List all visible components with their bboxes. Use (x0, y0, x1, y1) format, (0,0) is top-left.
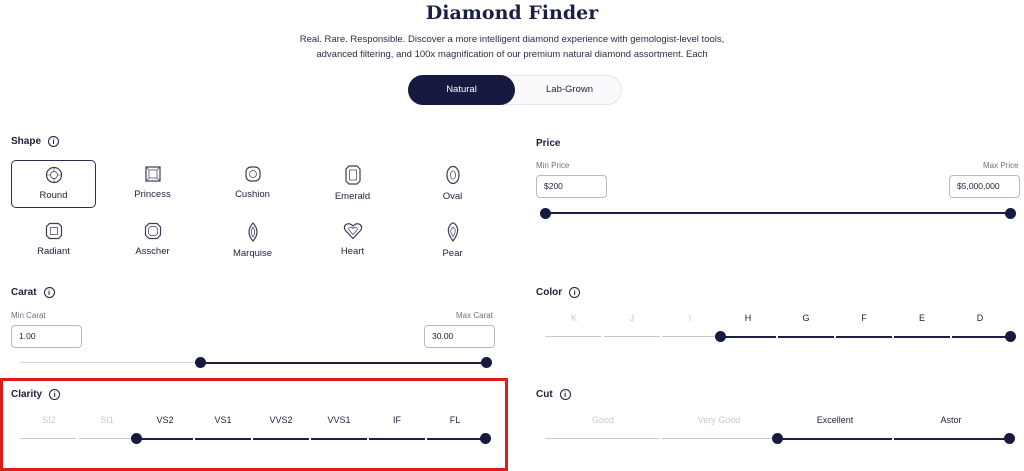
price-min-handle[interactable] (540, 208, 551, 219)
heart-shape-icon (343, 223, 362, 240)
color-segment (778, 336, 834, 338)
clarity-highlight-box (0, 378, 508, 471)
shape-radiant[interactable]: Radiant (11, 217, 96, 265)
cut-min-handle[interactable] (772, 433, 783, 444)
color-title: Color (536, 287, 563, 298)
min-carat-label: Min Carat (11, 311, 46, 320)
cut-segment (894, 438, 1008, 440)
color-grade-g[interactable]: G (777, 313, 835, 323)
color-grade-k[interactable]: K (545, 313, 603, 323)
color-segment (894, 336, 950, 338)
shape-label: Heart (340, 246, 365, 257)
shape-label: Princess (134, 189, 171, 200)
max-carat-input[interactable]: 30.00 (424, 325, 495, 348)
cut-grade-good[interactable]: Good (545, 415, 661, 425)
carat-max-handle[interactable] (481, 357, 492, 368)
shape-princess[interactable]: Princess (110, 160, 195, 208)
shape-label: Pear (442, 248, 463, 259)
shape-cushion[interactable]: Cushion (210, 160, 295, 208)
princess-shape-icon (144, 166, 161, 182)
max-price-input[interactable]: $5,000,000 (949, 175, 1020, 198)
toggle-lab-grown[interactable]: Lab-Grown (516, 75, 623, 105)
round-shape-icon (45, 166, 62, 184)
color-segment (604, 336, 660, 337)
shape-section-title: Shape i (11, 136, 60, 147)
shape-label: Round (39, 190, 68, 201)
min-price-input[interactable]: $200 (536, 175, 607, 198)
cut-segment (545, 438, 659, 439)
shape-oval[interactable]: Oval (410, 160, 495, 208)
shape-heart[interactable]: Heart (310, 217, 395, 265)
subtitle-line-2: advanced filtering, and 100x magnificati… (316, 49, 708, 60)
shape-label: Radiant (37, 246, 70, 257)
color-grade-e[interactable]: E (893, 313, 951, 323)
color-segment (720, 336, 776, 338)
color-grade-f[interactable]: F (835, 313, 893, 323)
color-max-handle[interactable] (1005, 331, 1016, 342)
carat-section-title: Carat i (11, 287, 55, 298)
carat-info-icon[interactable]: i (43, 287, 55, 298)
radiant-shape-icon (45, 222, 62, 240)
cut-grade-very-good[interactable]: Very Good (661, 415, 777, 425)
shape-label: Oval (442, 191, 463, 202)
pear-shape-icon (447, 222, 458, 242)
cut-title: Cut (536, 389, 553, 400)
carat-slider-track-active (200, 362, 486, 364)
shape-title: Shape (11, 136, 42, 147)
shape-marquise[interactable]: Marquise (210, 217, 295, 265)
shape-pear[interactable]: Pear (410, 217, 495, 265)
shape-round[interactable]: Round (11, 160, 96, 208)
cut-section-title: Cut i (536, 389, 571, 400)
subtitle-line-1: Real. Rare. Responsible. Discover a more… (299, 34, 725, 45)
oval-shape-icon (445, 165, 460, 185)
color-grade-h[interactable]: H (719, 313, 777, 323)
cut-segment (662, 438, 776, 439)
min-price-label: Min Price (536, 161, 570, 170)
emerald-shape-icon (344, 165, 361, 185)
price-max-handle[interactable] (1005, 208, 1016, 219)
color-segment (662, 336, 718, 337)
color-segment (836, 336, 892, 338)
shape-label: Asscher (135, 246, 170, 257)
toggle-natural[interactable]: Natural (408, 75, 515, 105)
diamond-type-toggle: Natural Lab-Grown (408, 75, 622, 105)
carat-title: Carat (11, 287, 37, 298)
cut-info-icon[interactable]: i (559, 389, 571, 400)
cut-max-handle[interactable] (1004, 433, 1015, 444)
shape-info-icon[interactable]: i (48, 136, 60, 147)
color-segment (545, 336, 601, 337)
cut-segment (778, 438, 892, 440)
asscher-shape-icon (144, 222, 161, 240)
carat-slider-track-inactive (20, 362, 200, 363)
page-title: Diamond Finder (425, 2, 599, 24)
max-carat-label: Max Carat (456, 311, 493, 320)
price-title: Price (536, 138, 561, 149)
color-info-icon[interactable]: i (569, 287, 581, 298)
color-segment (952, 336, 1008, 338)
page-subtitle: Real. Rare. Responsible. Discover a more… (262, 32, 762, 62)
shape-label: Emerald (334, 191, 371, 202)
color-grade-j[interactable]: J (603, 313, 661, 323)
max-price-label: Max Price (983, 161, 1019, 170)
price-slider-track (545, 212, 1011, 214)
cut-grade-astor[interactable]: Astor (893, 415, 1009, 425)
color-min-handle[interactable] (715, 331, 726, 342)
shape-emerald[interactable]: Emerald (310, 160, 395, 208)
min-carat-input[interactable]: 1.00 (11, 325, 82, 348)
shape-label: Cushion (235, 189, 270, 200)
carat-min-handle[interactable] (195, 357, 206, 368)
color-grade-i[interactable]: I (661, 313, 719, 323)
color-section-title: Color i (536, 287, 581, 298)
cushion-shape-icon (244, 166, 261, 182)
color-grade-d[interactable]: D (951, 313, 1009, 323)
cut-grade-excellent[interactable]: Excellent (777, 415, 893, 425)
shape-label: Marquise (232, 248, 273, 259)
marquise-shape-icon (247, 222, 258, 242)
shape-asscher[interactable]: Asscher (110, 217, 195, 265)
